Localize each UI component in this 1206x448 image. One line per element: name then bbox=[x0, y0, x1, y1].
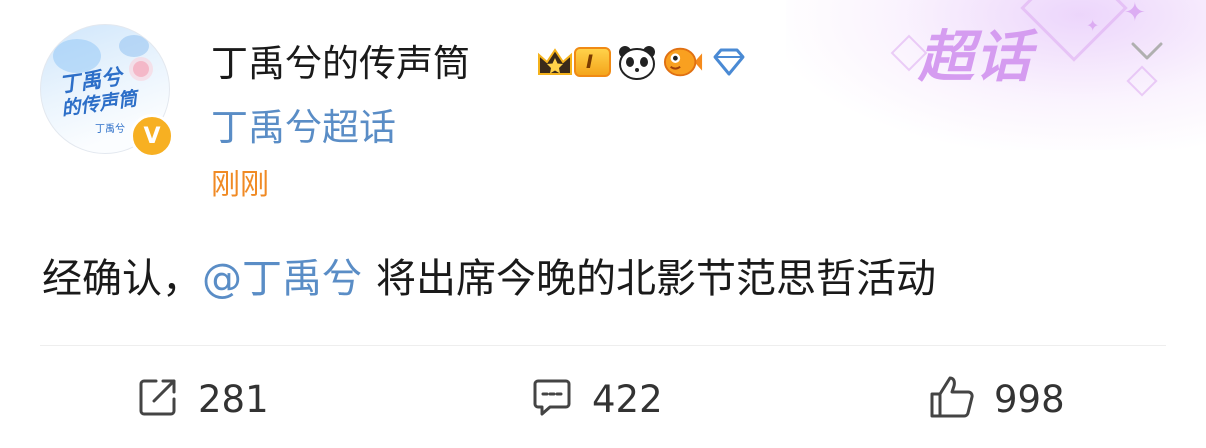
repost-button[interactable]: 281 bbox=[136, 373, 269, 425]
panda-icon[interactable] bbox=[617, 42, 657, 82]
content-text: 将出席今晚的北影节范思哲活动 bbox=[376, 256, 936, 302]
post-content: 经确认，@丁禹兮 将出席今晚的北影节范思哲活动 bbox=[42, 252, 936, 306]
divider bbox=[40, 345, 1166, 346]
like-icon bbox=[928, 374, 976, 424]
comment-button[interactable]: 422 bbox=[530, 373, 663, 425]
like-count: 998 bbox=[994, 377, 1065, 421]
fish-icon[interactable] bbox=[663, 42, 703, 82]
supertopic-link[interactable]: 丁禹兮超话 bbox=[211, 104, 396, 152]
like-button[interactable]: 998 bbox=[928, 373, 1065, 425]
content-text: 经确认， bbox=[42, 256, 202, 302]
avatar-text-line3: 丁禹兮 bbox=[95, 124, 125, 135]
chevron-down-icon[interactable] bbox=[1127, 36, 1167, 66]
user-badges: I bbox=[536, 42, 749, 82]
comment-icon bbox=[530, 375, 574, 423]
post-time: 刚刚 bbox=[211, 167, 270, 201]
verified-badge-icon: V bbox=[130, 114, 174, 158]
crown-icon[interactable] bbox=[536, 47, 574, 77]
author-name[interactable]: 丁禹兮的传声筒 bbox=[211, 40, 470, 88]
level-badge[interactable]: I bbox=[574, 47, 612, 77]
repost-icon bbox=[136, 375, 180, 423]
mention-link[interactable]: @丁禹兮 bbox=[202, 256, 362, 302]
comment-count: 422 bbox=[592, 377, 663, 421]
supertopic-brand-label: 超话 bbox=[918, 25, 1032, 90]
diamond-icon[interactable] bbox=[709, 42, 749, 82]
avatar-flower bbox=[133, 61, 149, 77]
avatar-decoration bbox=[119, 35, 149, 57]
repost-count: 281 bbox=[198, 377, 269, 421]
